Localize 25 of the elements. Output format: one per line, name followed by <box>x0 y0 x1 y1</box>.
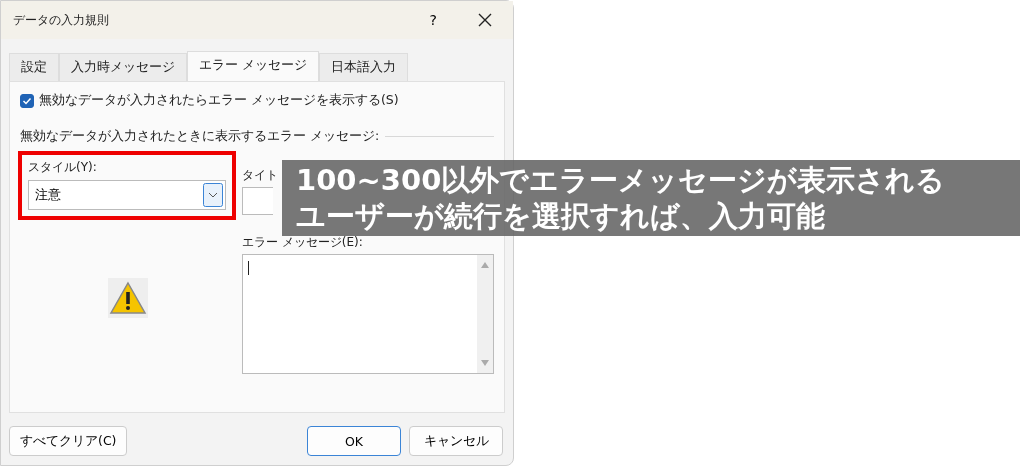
dialog-button[interactable]: すべてクリア(C) <box>9 426 128 456</box>
chevron-down-icon[interactable] <box>203 183 223 207</box>
checkbox-label: 無効なデータが入力されたらエラー メッセージを表示する(S) <box>39 92 399 109</box>
dialog-button[interactable]: OK <box>307 426 401 456</box>
style-dropdown[interactable]: 注意 <box>28 180 226 210</box>
window-title: データの入力規則 <box>13 11 109 29</box>
tab[interactable]: 設定 <box>9 53 59 81</box>
close-icon[interactable] <box>477 12 493 28</box>
checkbox[interactable] <box>20 93 34 108</box>
style-label: スタイル(Y): <box>28 159 98 176</box>
dialog-button[interactable]: キャンセル <box>409 426 503 456</box>
message-field[interactable] <box>242 254 494 374</box>
tab[interactable]: 日本語入力 <box>319 53 408 81</box>
checkmark-icon <box>22 95 32 106</box>
annotation-text: 100~300以外でエラーメッセージが表示される <box>296 162 946 198</box>
help-button[interactable]: ? <box>429 12 437 28</box>
tab[interactable]: 入力時メッセージ <box>59 53 187 81</box>
section-heading: 無効なデータが入力されたときに表示するエラー メッセージ: <box>20 128 380 145</box>
tab[interactable]: エラー メッセージ <box>187 51 319 81</box>
message-label: エラー メッセージ(E): <box>242 234 363 251</box>
scroll-bar[interactable] <box>477 255 493 373</box>
title-field[interactable] <box>242 187 273 215</box>
warning-icon <box>108 278 148 318</box>
title-label: タイト <box>242 167 278 184</box>
annotation-text: ユーザーが続行を選択すれば、入力可能 <box>296 198 825 234</box>
